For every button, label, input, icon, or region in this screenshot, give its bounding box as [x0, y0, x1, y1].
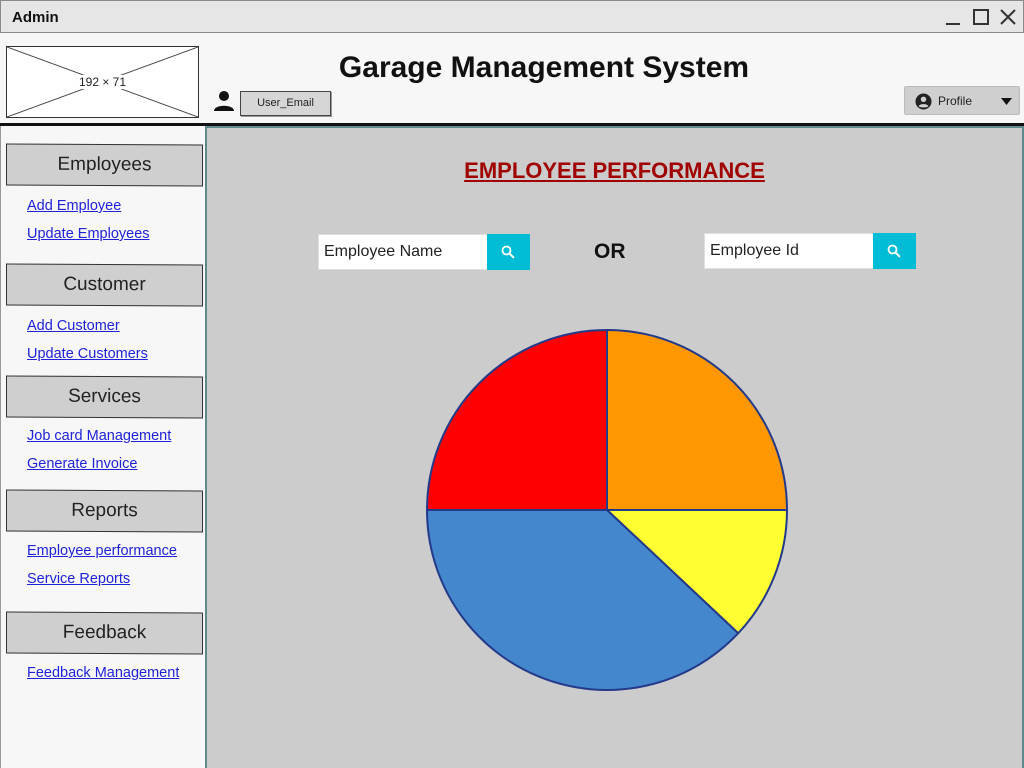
app-header: 192 × 71 Garage Management System User_E…: [0, 33, 1024, 126]
chevron-down-icon: [1001, 98, 1012, 105]
profile-dropdown[interactable]: Profile: [904, 86, 1020, 115]
sidebar-link-employee-performance[interactable]: Employee performance: [27, 543, 177, 559]
sidebar-link-update-employees[interactable]: Update Employees: [27, 226, 150, 242]
sidebar-link-update-customers[interactable]: Update Customers: [27, 346, 148, 362]
performance-pie-chart: [420, 328, 795, 693]
search-icon: [887, 244, 901, 258]
sidebar-section-customer[interactable]: Customer: [6, 263, 203, 307]
app-title: Garage Management System: [338, 51, 750, 84]
maximize-icon[interactable]: [971, 7, 991, 27]
employee-id-search: [704, 233, 916, 269]
sidebar-link-service-reports[interactable]: Service Reports: [27, 571, 130, 587]
account-circle-icon: [915, 93, 932, 110]
employee-name-search-button[interactable]: [487, 234, 530, 270]
window-titlebar: Admin: [0, 0, 1024, 33]
page-title: EMPLOYEE PERFORMANCE: [464, 158, 765, 183]
window-title: Admin: [12, 9, 59, 26]
close-icon[interactable]: [998, 7, 1018, 27]
employee-id-input[interactable]: [705, 234, 873, 268]
sidebar-link-generate-invoice[interactable]: Generate Invoice: [27, 456, 137, 472]
pie-slice-1: [606, 329, 788, 511]
pie-chart-svg: [426, 329, 788, 691]
profile-label: Profile: [938, 94, 973, 108]
sidebar-link-add-employee[interactable]: Add Employee: [27, 198, 121, 214]
sidebar-section-reports[interactable]: Reports: [6, 489, 203, 533]
sidebar-section-feedback[interactable]: Feedback: [6, 611, 203, 655]
sidebar-section-employees[interactable]: Employees: [6, 143, 203, 187]
pie-slice-4: [426, 329, 608, 511]
user-icon: [214, 91, 234, 111]
employee-id-search-button[interactable]: [873, 233, 916, 269]
sidebar: Employees Add Employee Update Employees …: [0, 126, 207, 768]
sidebar-link-add-customer[interactable]: Add Customer: [27, 318, 120, 334]
sidebar-link-job-card-management[interactable]: Job card Management: [27, 428, 171, 444]
employee-name-search: [318, 234, 530, 270]
sidebar-link-feedback-management[interactable]: Feedback Management: [27, 665, 179, 681]
sidebar-section-services[interactable]: Services: [6, 375, 203, 419]
user-email-button[interactable]: User_Email: [240, 91, 331, 116]
employee-name-input[interactable]: [319, 235, 487, 269]
minimize-icon[interactable]: [943, 7, 963, 27]
main-content: EMPLOYEE PERFORMANCE OR: [207, 126, 1024, 768]
or-separator: OR: [594, 240, 626, 263]
search-icon: [501, 245, 515, 259]
